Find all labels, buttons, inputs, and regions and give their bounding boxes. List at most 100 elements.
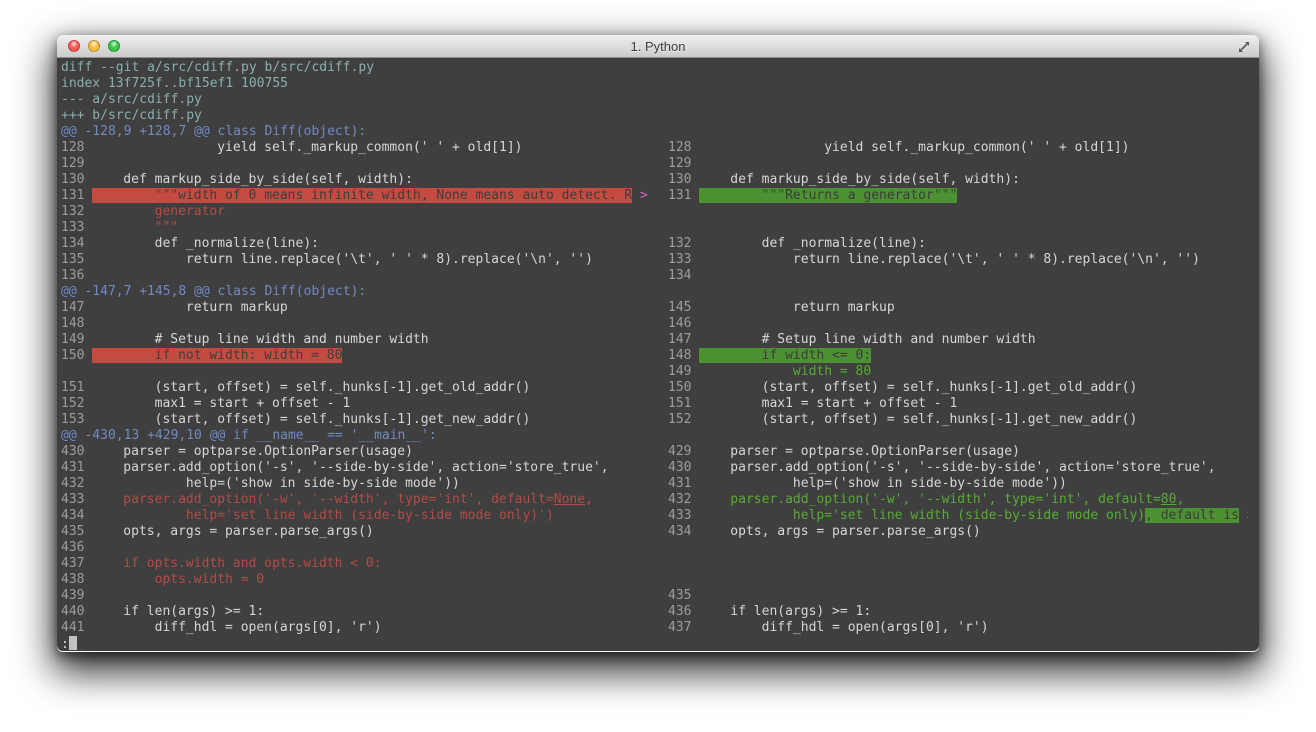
diff-right-cell: 130 def markup_side_by_side(self, width)… (668, 172, 1248, 188)
code-segment: help='set line width (side-by-side mode … (92, 508, 554, 523)
line-number: 431 (668, 476, 699, 492)
line-number: 430 (668, 460, 699, 476)
diff-right-cell (668, 572, 1248, 588)
diff-left-cell: 135 return line.replace('\t', ' ' * 8).r… (61, 252, 668, 268)
code-segment: (start, offset) = self._hunks[-1].get_ne… (92, 412, 530, 427)
diff-right-cell: 435 (668, 588, 1248, 604)
diff-meta-line: index 13f725f..bf15ef1 100755 (61, 76, 1259, 92)
line-number: 131 (668, 188, 699, 204)
code-text: diff_hdl = open(args[0], 'r') (699, 620, 1247, 636)
diff-row: 433 parser.add_option('-w', '--width', t… (61, 492, 1259, 508)
diff-left-cell: 434 help='set line width (side-by-side m… (61, 508, 668, 524)
diff-right-cell (668, 540, 1248, 556)
code-segment: , default is (1145, 508, 1239, 523)
code-text: (start, offset) = self._hunks[-1].get_ol… (699, 380, 1247, 396)
pager-prompt: : (61, 636, 1259, 651)
line-number (668, 540, 699, 556)
line-wrap-marker: > (640, 188, 648, 204)
diff-row: 149 # Setup line width and number width1… (61, 332, 1259, 348)
diff-right-cell: 145 return markup (668, 300, 1248, 316)
code-text: parser = optparse.OptionParser(usage) (92, 444, 640, 460)
code-text (92, 316, 640, 332)
line-number: 436 (61, 540, 92, 556)
minimize-button[interactable] (88, 40, 100, 52)
diff-row: 432 help=('show in side-by-side mode'))4… (61, 476, 1259, 492)
code-segment: # Setup line width and number width (92, 332, 429, 347)
diff-right-cell: 436 if len(args) >= 1: (668, 604, 1248, 620)
diff-row: 440 if len(args) >= 1:436 if len(args) >… (61, 604, 1259, 620)
code-segment: (start, offset) = self._hunks[-1].get_ne… (699, 412, 1137, 427)
code-segment (92, 188, 155, 203)
diff-left-cell: 437 if opts.width and opts.width < 0: (61, 556, 668, 572)
code-segment: return line.replace('\t', ' ' * 8).repla… (699, 252, 1200, 267)
code-text: width = 80 (699, 364, 1247, 380)
diff-right-cell: 152 (start, offset) = self._hunks[-1].ge… (668, 412, 1248, 428)
code-segment: yield self._markup_common(' ' + old[1]) (92, 140, 522, 155)
code-text: """width of 0 means infinite width, None… (92, 188, 640, 204)
diff-row: 152 max1 = start + offset - 1151 max1 = … (61, 396, 1259, 412)
code-text: help='set line width (side-by-side mode … (699, 508, 1247, 524)
code-text: def _normalize(line): (699, 236, 1247, 252)
diff-row: 147 return markup145 return markup (61, 300, 1259, 316)
diff-row: 436 (61, 540, 1259, 556)
diff-right-cell: 432 parser.add_option('-w', '--width', t… (668, 492, 1248, 508)
code-segment: if width <= 0: (699, 348, 871, 363)
code-text: if not width: width = 80 (92, 348, 640, 364)
fullscreen-button[interactable] (1237, 40, 1251, 54)
line-number: 151 (61, 380, 92, 396)
code-text (92, 540, 640, 556)
close-button[interactable] (68, 40, 80, 52)
line-number: 136 (61, 268, 92, 284)
line-number: 439 (61, 588, 92, 604)
code-text: parser.add_option('-w', '--width', type=… (92, 492, 640, 508)
line-number (668, 220, 699, 236)
diff-row: 148146 (61, 316, 1259, 332)
code-text (699, 268, 1247, 284)
diff-row: 150 if not width: width = 80148 if width… (61, 348, 1259, 364)
code-text: def _normalize(line): (92, 236, 640, 252)
window-titlebar[interactable]: 1. Python (57, 35, 1259, 58)
diff-right-cell: 433 help='set line width (side-by-side m… (668, 508, 1248, 524)
diff-row: 131 """width of 0 means infinite width, … (61, 188, 1259, 204)
line-number: 134 (61, 236, 92, 252)
diff-row: 130 def markup_side_by_side(self, width)… (61, 172, 1259, 188)
code-segment: parser = optparse.OptionParser(usage) (92, 444, 413, 459)
line-number: 146 (668, 316, 699, 332)
diff-left-cell: 134 def _normalize(line): (61, 236, 668, 252)
code-segment: diff_hdl = open(args[0], 'r') (92, 620, 382, 635)
line-number: 130 (668, 172, 699, 188)
line-number: 430 (61, 444, 92, 460)
diff-left-cell: 133 """ (61, 220, 668, 236)
code-segment: , (585, 492, 593, 507)
zoom-button[interactable] (108, 40, 120, 52)
diff-left-cell: 149 # Setup line width and number width (61, 332, 668, 348)
code-text: (start, offset) = self._hunks[-1].get_ol… (92, 380, 640, 396)
terminal-window: 1. Python diff --git a/src/cdiff.py b/sr… (57, 35, 1259, 652)
diff-right-cell (668, 556, 1248, 572)
diff-row: 438 opts.width = 0 (61, 572, 1259, 588)
code-text: parser.add_option('-s', '--side-by-side'… (699, 460, 1247, 476)
diff-right-cell: 434 opts, args = parser.parse_args() (668, 524, 1248, 540)
diff-right-cell (668, 220, 1248, 236)
code-text: parser.add_option('-w', '--width', type=… (699, 492, 1247, 508)
code-segment: Returns a generator (785, 188, 934, 203)
line-number: 434 (61, 508, 92, 524)
diff-left-cell: 136 (61, 268, 668, 284)
line-number (61, 364, 92, 380)
line-number: 150 (61, 348, 92, 364)
code-text: max1 = start + offset - 1 (92, 396, 640, 412)
diff-right-cell: 133 return line.replace('\t', ' ' * 8).r… (668, 252, 1248, 268)
line-number: 433 (668, 508, 699, 524)
line-number: 128 (668, 140, 699, 156)
code-segment: diff_hdl = open(args[0], 'r') (699, 620, 989, 635)
line-number: 134 (668, 268, 699, 284)
diff-right-cell: 437 diff_hdl = open(args[0], 'r') (668, 620, 1248, 636)
line-number: 440 (61, 604, 92, 620)
line-number: 437 (668, 620, 699, 636)
code-segment: yield self._markup_common(' ' + old[1]) (699, 140, 1129, 155)
line-number: 149 (61, 332, 92, 348)
diff-left-cell: 147 return markup (61, 300, 668, 316)
diff-row: 134 def _normalize(line):132 def _normal… (61, 236, 1259, 252)
line-number: 133 (668, 252, 699, 268)
diff-right-cell: 146 (668, 316, 1248, 332)
